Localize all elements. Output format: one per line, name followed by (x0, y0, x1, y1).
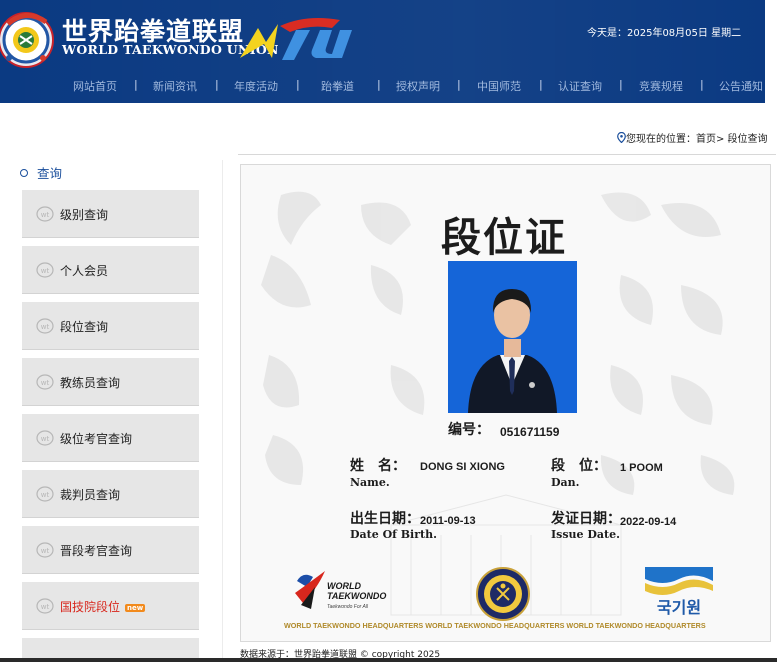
wtu-logo-icon[interactable]: WTU (236, 14, 368, 62)
svg-text:WTU: WTU (238, 60, 241, 62)
nav-separator: | (619, 78, 623, 91)
sidebar-divider (222, 160, 223, 660)
sidebar-item-label: 级别查询 (60, 208, 109, 222)
sidebar-item-label: 晋段考官查询 (60, 544, 133, 558)
sidebar-item-grade-examiner-query[interactable]: wt 级位考官查询 (22, 414, 199, 462)
dan-label-en: Dan. (551, 476, 580, 489)
sidebar-item-coach-query[interactable]: wt 教练员查询 (22, 358, 199, 406)
main-nav: 网站首页 | 新闻资讯 | 年度活动 | 跆拳道 | 授权声明 | 中国师范 |… (0, 78, 777, 96)
today-date: 今天是：2025年08月05日 星期二 (587, 28, 742, 39)
issue-label-en: Issue Date. (551, 528, 620, 541)
wt-badge-icon: wt (36, 430, 54, 446)
nav-item-home[interactable]: 网站首页 (73, 78, 117, 94)
nav-item-authorization[interactable]: 授权声明 (396, 78, 440, 94)
sidebar-item-dan-query[interactable]: wt 段位查询 (22, 302, 199, 350)
bottom-bar (0, 658, 777, 662)
sidebar-item-grade-query[interactable]: wt 级别查询 (22, 190, 199, 238)
breadcrumb-text[interactable]: 您现在的位置：首页> 段位查询 (626, 134, 768, 145)
sidebar-item-label: 个人会员 (60, 264, 109, 278)
sidebar-item-label: 裁判员查询 (60, 488, 121, 502)
nav-item-certification[interactable]: 认证查询 (558, 78, 602, 94)
svg-text:wt: wt (41, 211, 50, 219)
sidebar-item-label: 教练员查询 (60, 376, 121, 390)
name-value: DONG SI XIONG (420, 461, 505, 473)
certificate-title: 段位证 (441, 215, 567, 261)
union-emblem-icon[interactable] (0, 6, 58, 70)
sidebar-item-label: 国技院段位 new (60, 598, 146, 615)
nav-separator: | (457, 78, 461, 91)
kukkiwon-logo-icon: 국기원 (645, 567, 713, 617)
wt-badge-icon: wt (36, 262, 54, 278)
nav-separator: | (215, 78, 219, 91)
sidebar-item-label: 段位查询 (60, 320, 109, 334)
nav-item-news[interactable]: 新闻资讯 (153, 78, 197, 94)
portrait-image (448, 261, 577, 413)
birth-label-cn: 出生日期： (350, 511, 420, 527)
svg-text:TAEKWONDO: TAEKWONDO (327, 591, 386, 601)
nav-separator: | (700, 78, 704, 91)
member-photo (448, 261, 577, 413)
nav-separator: | (296, 78, 300, 91)
svg-text:wt: wt (41, 379, 50, 387)
nav-separator: | (134, 78, 138, 91)
sidebar-title: 查询 (20, 163, 62, 182)
issue-value: 2022-09-14 (620, 516, 677, 528)
sidebar-item-dan-examiner-query[interactable]: wt 晋段考官查询 (22, 526, 199, 574)
name-label-en: Name. (350, 476, 390, 489)
nav-item-notices[interactable]: 公告通知 (719, 78, 763, 94)
nav-item-annual-events[interactable]: 年度活动 (234, 78, 278, 94)
breadcrumb-divider (238, 154, 776, 155)
wt-badge-icon: wt (36, 318, 54, 334)
sidebar-item-label-text: 国技院段位 (60, 600, 121, 614)
sidebar-item-referee-query[interactable]: wt 裁判员查询 (22, 470, 199, 518)
svg-text:wt: wt (41, 267, 50, 275)
world-taekwondo-logo-icon: WORLD TAEKWONDO Taekwondo For All (295, 571, 386, 610)
svg-text:wt: wt (41, 323, 50, 331)
svg-text:Taekwondo For All: Taekwondo For All (327, 604, 369, 610)
location-pin-icon (617, 132, 626, 143)
wt-badge-icon: wt (36, 206, 54, 222)
svg-text:국기원: 국기원 (657, 598, 701, 617)
certificate-number-value: 051671159 (500, 425, 560, 439)
sidebar-item-label: 级位考官查询 (60, 432, 133, 446)
headquarters-seal-icon (476, 567, 530, 621)
nav-item-rules[interactable]: 竞赛规程 (639, 78, 683, 94)
sidebar-item-kukkiwon-dan[interactable]: wt 国技院段位 new (22, 582, 199, 630)
wt-badge-icon: wt (36, 598, 54, 614)
nav-separator: | (539, 78, 543, 91)
birth-value: 2011-09-13 (420, 515, 476, 527)
header-edge (765, 0, 777, 103)
svg-text:wt: wt (41, 603, 50, 611)
svg-text:wt: wt (41, 435, 50, 443)
sidebar-title-text: 查询 (37, 166, 63, 181)
wt-badge-icon: wt (36, 542, 54, 558)
svg-text:wt: wt (41, 491, 50, 499)
nav-item-china-normal[interactable]: 中国师范 (477, 78, 521, 94)
breadcrumb: 您现在的位置：首页> 段位查询 (617, 130, 768, 145)
name-label-cn: 姓 名： (350, 458, 406, 474)
dan-certificate: 段位证 编号： 051671159 姓 名： Name. DONG SI XIO… (240, 164, 771, 642)
wt-badge-icon: wt (36, 374, 54, 390)
headquarters-band-text: WORLD TAEKWONDO HEADQUARTERS WORLD TAEKW… (284, 621, 706, 630)
site-header: 世界跆拳道联盟 WORLD TAEKWONDO UNION WTU 今天是：20… (0, 0, 777, 103)
svg-text:wt: wt (41, 547, 50, 555)
dan-label-cn: 段 位： (551, 458, 607, 474)
circle-bullet-icon (20, 169, 28, 177)
sidebar-item-individual-member[interactable]: wt 个人会员 (22, 246, 199, 294)
nav-item-taekwondo[interactable]: 跆拳道 (321, 78, 354, 94)
new-badge: new (125, 604, 146, 612)
sidebar-item-partial[interactable] (22, 638, 199, 660)
svg-text:WORLD: WORLD (327, 581, 361, 591)
issue-label-cn: 发证日期： (551, 511, 621, 527)
dan-value: 1 POOM (620, 462, 663, 474)
nav-separator: | (377, 78, 381, 91)
birth-label-en: Date Of Birth. (350, 528, 437, 541)
wt-badge-icon: wt (36, 486, 54, 502)
certificate-number-label: 编号： (448, 422, 490, 438)
